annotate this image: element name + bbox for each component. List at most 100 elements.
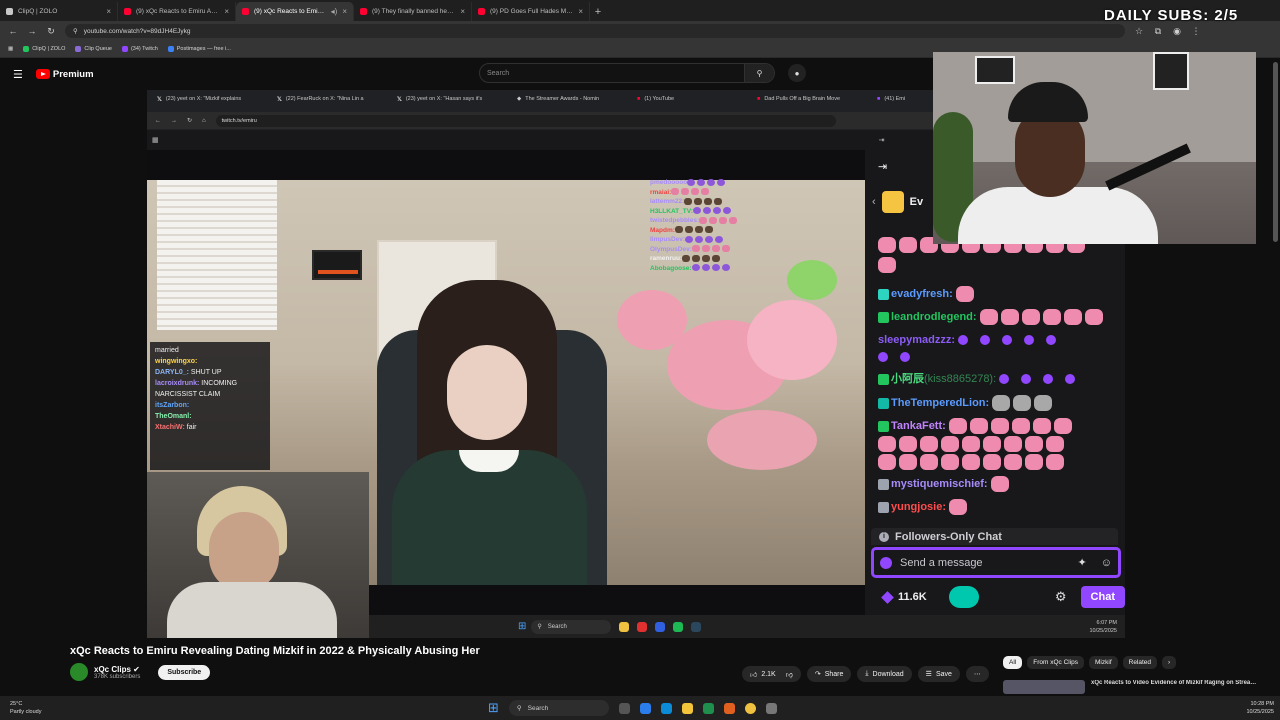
- collapse-icon: ⇥: [878, 161, 888, 173]
- taskbar-clock[interactable]: 10:28 PM 10/25/2025: [1246, 700, 1274, 716]
- bookmark-item[interactable]: Clip Queue: [75, 46, 112, 52]
- chat-username[interactable]: TheTemperedLion:: [891, 397, 989, 409]
- emote-icon: [949, 499, 968, 515]
- close-icon[interactable]: ×: [224, 7, 229, 16]
- chat-username[interactable]: sleepymadzzz:: [878, 334, 955, 346]
- save-label: Save: [935, 670, 952, 678]
- page-scrollbar[interactable]: [1273, 62, 1278, 242]
- reactor-webcam: [147, 472, 369, 638]
- menu-icon[interactable]: ⋮: [1191, 26, 1201, 37]
- emoji-icon[interactable]: ☺: [1101, 557, 1112, 569]
- bookmark-star-icon[interactable]: ☆: [1134, 26, 1144, 37]
- claim-bonus-button[interactable]: [948, 586, 979, 608]
- reload-icon[interactable]: ↻: [46, 26, 56, 37]
- emote-icon: [722, 207, 731, 215]
- chip-related[interactable]: Related: [1122, 656, 1158, 669]
- stream-chat-text: married: [155, 347, 179, 354]
- chip-from-channel[interactable]: From xQc Clips: [1027, 656, 1085, 669]
- browser-tab-active[interactable]: (9) xQc Reacts to Emiru Re ◂) ×: [236, 2, 354, 21]
- app-icon[interactable]: [723, 702, 735, 714]
- extensions-icon[interactable]: ⧉: [1153, 26, 1163, 37]
- new-tab-button[interactable]: +: [590, 2, 606, 21]
- app-icon[interactable]: [702, 702, 714, 714]
- related-title[interactable]: xQc Reacts to Video Evidence of Mizkif R…: [1091, 680, 1261, 694]
- weather-widget[interactable]: 25°C Partly cloudy: [10, 700, 42, 716]
- chip-mizkif[interactable]: Mizkif: [1089, 656, 1118, 669]
- bookmark-item[interactable]: ClipQ | ZOLO: [23, 46, 65, 52]
- thumbs-down-icon[interactable]: 👎︎: [786, 670, 793, 679]
- back-icon[interactable]: ←: [8, 26, 18, 36]
- related-video-item[interactable]: xQc Reacts to Video Evidence of Mizkif R…: [1003, 680, 1273, 694]
- browser-tab[interactable]: ClipQ | ZOLO ×: [0, 2, 118, 21]
- bookmark-item[interactable]: Postimages — free i...: [167, 46, 231, 52]
- weather-desc: Partly cloudy: [10, 709, 42, 715]
- chat-send-button[interactable]: Chat: [1080, 586, 1125, 608]
- download-icon: ⤓: [865, 670, 869, 677]
- channel-name[interactable]: xQc Clips ✔: [94, 665, 140, 674]
- download-button[interactable]: ⤓ Download: [857, 666, 912, 682]
- chat-username[interactable]: TankaFett:: [891, 420, 946, 432]
- task-view-icon[interactable]: [618, 702, 630, 714]
- emote-icon: [1065, 374, 1076, 385]
- browser-tab[interactable]: (9) xQc Reacts to Emiru Accusing ×: [118, 2, 236, 21]
- chat-username[interactable]: yungjosie:: [891, 501, 946, 513]
- channel-points[interactable]: 11.6K: [881, 590, 927, 604]
- search-icon: ⚲: [516, 705, 522, 712]
- app-icon[interactable]: [639, 702, 651, 714]
- windows-start-icon[interactable]: ⊞: [488, 700, 499, 716]
- emote-icon: [1034, 395, 1053, 411]
- search-button[interactable]: ⚲: [744, 64, 774, 82]
- x-logo-icon: 𝕏: [277, 96, 282, 103]
- related-thumbnail[interactable]: [1003, 680, 1085, 694]
- shield-icon: [880, 556, 892, 569]
- tab-title: (9) xQc Reacts to Emiru Accusing: [136, 8, 219, 15]
- chat-settings-gear-icon[interactable]: ⚙: [1055, 589, 1067, 605]
- site-info-icon[interactable]: ⚲: [73, 27, 78, 35]
- chips-next-icon[interactable]: ›: [1162, 656, 1177, 669]
- inner-tab-title: (23) yeet on X: "Mizkif explains: [165, 96, 242, 102]
- close-icon[interactable]: ×: [342, 7, 347, 16]
- save-button[interactable]: ☰ Save: [917, 666, 960, 682]
- close-icon[interactable]: ×: [578, 7, 583, 16]
- profile-icon[interactable]: ◉: [1172, 26, 1182, 37]
- browser-tab[interactable]: (9) PD Goes Full Hades Mode V ×: [472, 2, 590, 21]
- like-button[interactable]: 👍︎ 2.1K 👎︎: [742, 666, 801, 682]
- chat-message-continued: [878, 350, 922, 365]
- emote-icon: [701, 245, 710, 253]
- emote-icon: [1025, 436, 1043, 452]
- microphone-icon[interactable]: ●: [788, 64, 806, 82]
- chip-all[interactable]: All: [1003, 656, 1023, 669]
- chat-username[interactable]: leandrodlegend:: [891, 311, 977, 323]
- youtube-logo[interactable]: Premium: [35, 69, 94, 80]
- share-button[interactable]: ↷ Share: [806, 666, 852, 682]
- bookmark-item[interactable]: (34) Twitch: [121, 46, 158, 52]
- emote-icon: [1024, 335, 1035, 346]
- chrome-icon[interactable]: [744, 702, 756, 714]
- forward-icon[interactable]: →: [27, 26, 37, 36]
- file-explorer-icon[interactable]: [681, 702, 693, 714]
- sparkle-emote-icon[interactable]: ✦: [1078, 556, 1087, 569]
- address-bar[interactable]: ⚲ youtube.com/watch?v=89dJH4EJykg: [65, 24, 1125, 38]
- emote-icon: [674, 226, 683, 234]
- chat-message-input[interactable]: Send a message ✦ ☺: [871, 547, 1121, 578]
- more-actions-button[interactable]: ⋯: [965, 666, 989, 682]
- inner-tab-title: Dad Pulls Off a Big Brain Move: [764, 96, 841, 102]
- app-icon[interactable]: [765, 702, 777, 714]
- apps-icon[interactable]: ▦: [8, 46, 13, 52]
- subscribe-button[interactable]: Subscribe: [158, 664, 211, 680]
- chat-username[interactable]: 小阿辰: [891, 373, 924, 385]
- channel-avatar[interactable]: [70, 663, 88, 681]
- close-icon[interactable]: ×: [106, 7, 111, 16]
- speaker-icon[interactable]: ◂): [331, 7, 338, 16]
- emote-icon: [695, 235, 704, 243]
- inner-taskbar-search: ⚲ Search: [531, 619, 612, 634]
- taskbar-search[interactable]: ⚲ Search: [508, 700, 609, 716]
- hamburger-menu-icon[interactable]: ☰: [13, 68, 23, 81]
- chat-username[interactable]: evadyfresh:: [891, 288, 953, 300]
- chat-username[interactable]: mystiquemischief:: [891, 478, 988, 490]
- video-actions: 👍︎ 2.1K 👎︎ ↷ Share ⤓ Download ☰ Save ⋯: [742, 666, 989, 682]
- browser-tab[interactable]: (9) They finally banned her. - Yo ×: [354, 2, 472, 21]
- close-icon[interactable]: ×: [460, 7, 465, 16]
- search-input[interactable]: Search ⚲: [479, 63, 775, 83]
- edge-icon[interactable]: [660, 702, 672, 714]
